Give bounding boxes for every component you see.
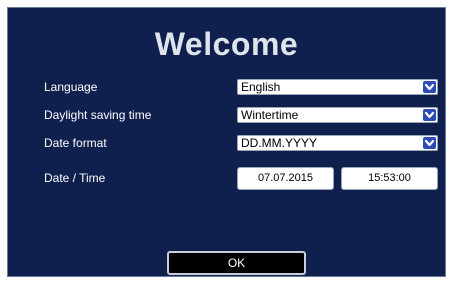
date-format-label: Date format bbox=[44, 136, 107, 150]
chevron-down-icon[interactable] bbox=[423, 137, 436, 149]
date-format-select[interactable]: DD.MM.YYYY bbox=[237, 135, 438, 151]
chevron-down-icon[interactable] bbox=[423, 109, 436, 121]
ok-button[interactable]: OK bbox=[167, 251, 306, 275]
language-label: Language bbox=[44, 80, 98, 94]
daylight-saving-select[interactable]: Wintertime bbox=[237, 107, 438, 123]
page-title: Welcome bbox=[154, 26, 299, 62]
daylight-saving-value: Wintertime bbox=[241, 108, 299, 122]
time-input[interactable]: 15:53:00 bbox=[341, 167, 438, 190]
language-value: English bbox=[241, 80, 281, 94]
date-time-label: Date / Time bbox=[44, 171, 106, 185]
welcome-screen: Welcome Language English Daylight saving… bbox=[7, 7, 446, 277]
chevron-down-icon[interactable] bbox=[423, 81, 436, 93]
date-input[interactable]: 07.07.2015 bbox=[237, 167, 334, 190]
daylight-saving-label: Daylight saving time bbox=[44, 108, 152, 122]
date-format-value: DD.MM.YYYY bbox=[241, 136, 318, 150]
language-select[interactable]: English bbox=[237, 79, 438, 95]
